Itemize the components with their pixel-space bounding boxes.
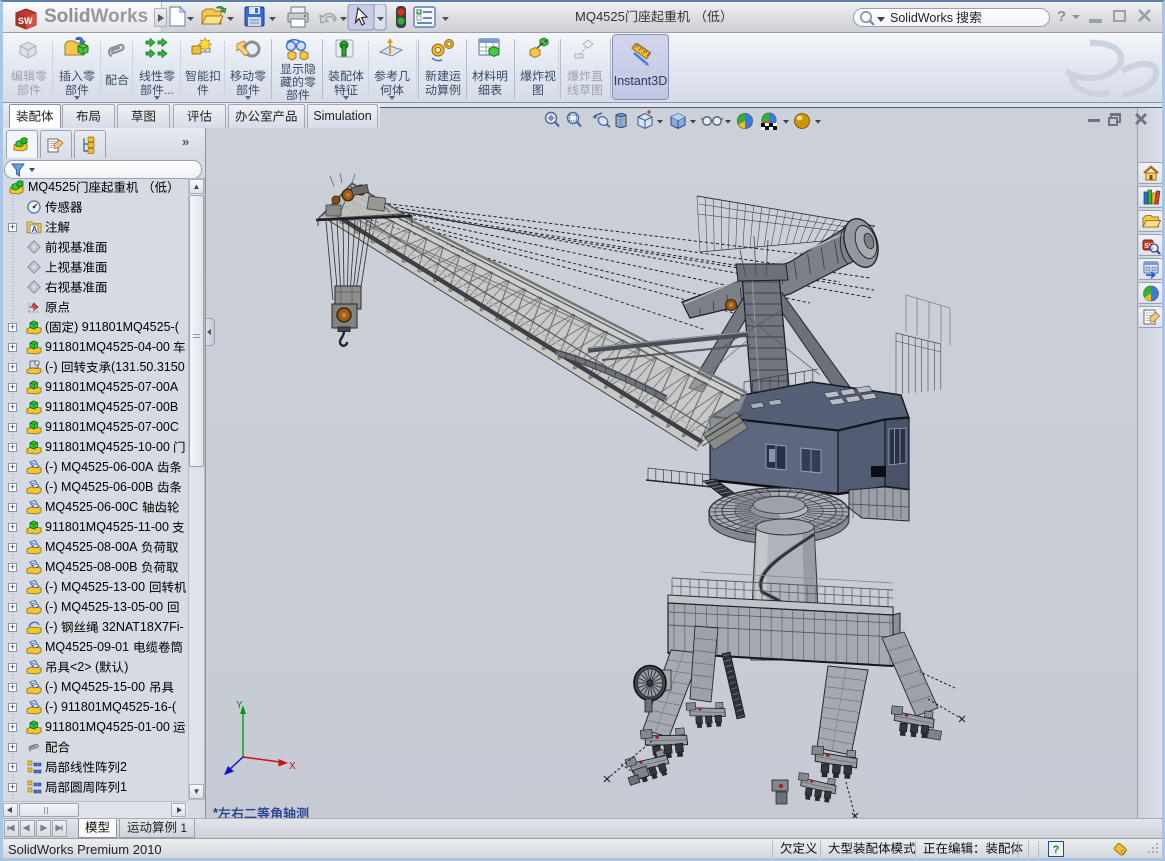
svg-text:SW: SW — [18, 16, 33, 26]
svg-text:A: A — [32, 225, 38, 234]
svg-text:X: X — [289, 761, 296, 772]
svg-text:Y: Y — [236, 700, 243, 711]
